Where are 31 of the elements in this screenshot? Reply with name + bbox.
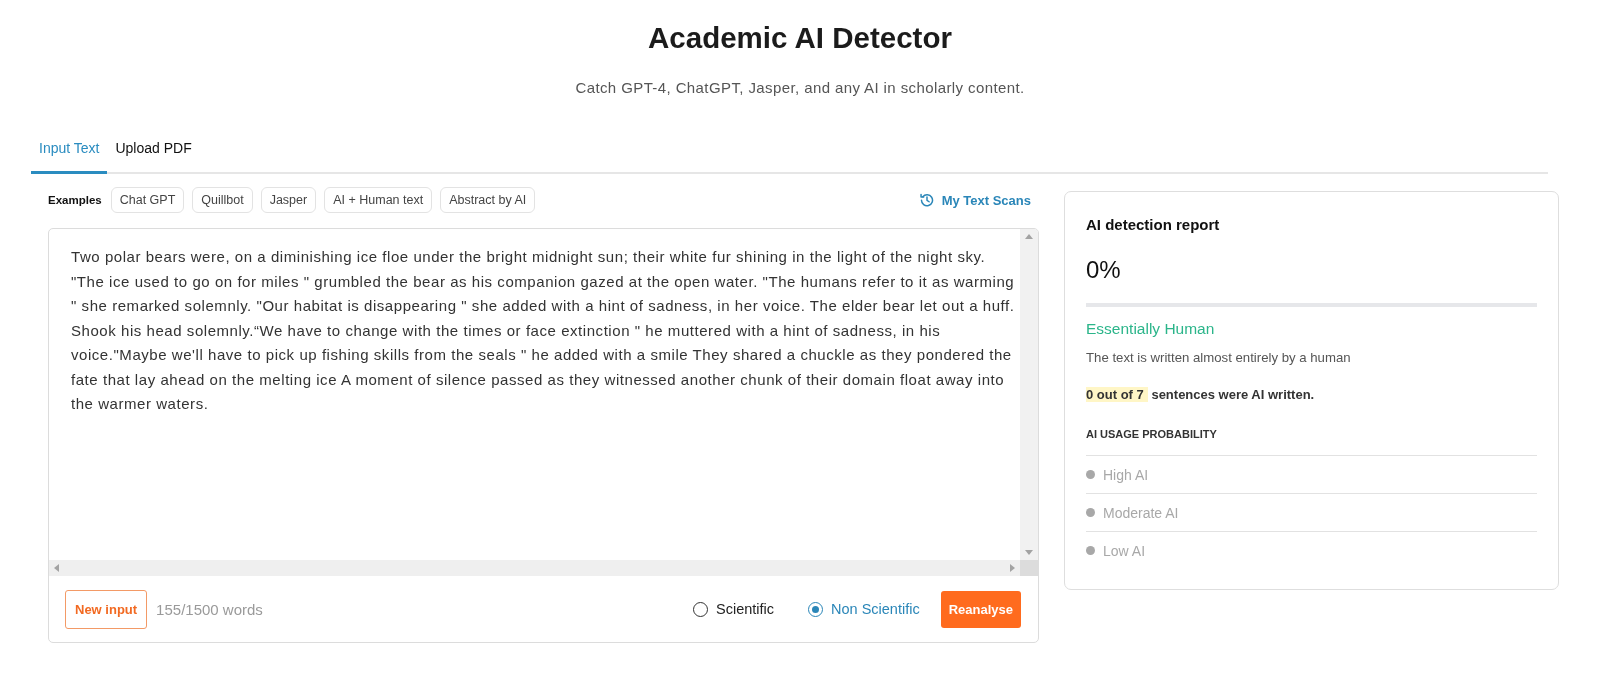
examples-label: Examples — [48, 194, 102, 206]
example-button[interactable]: Chat GPT — [110, 187, 185, 213]
ai-score: 0% — [1086, 255, 1121, 285]
page-subtitle: Catch GPT-4, ChatGPT, Jasper, and any AI in scholarly content. — [575, 78, 1025, 98]
example-button[interactable]: Abstract by AI — [440, 187, 536, 213]
scroll-left-arrow-icon[interactable] — [54, 564, 59, 572]
tab[interactable]: Input Text — [31, 130, 108, 174]
mode-radio-option[interactable]: Non Scientific — [808, 601, 920, 617]
my-text-scans-link[interactable]: My Text Scans — [919, 192, 1031, 208]
scroll-down-arrow-icon[interactable] — [1025, 550, 1033, 555]
example-button[interactable]: Quillbot — [192, 187, 253, 213]
vertical-scrollbar[interactable] — [1020, 229, 1038, 560]
scroll-up-arrow-icon[interactable] — [1025, 234, 1033, 239]
verdict-description: The text is written almost entirely by a human — [1086, 349, 1351, 367]
example-button[interactable]: Jasper — [260, 187, 317, 213]
word-count: 155/1500 words — [156, 600, 263, 618]
example-button[interactable]: AI + Human text — [324, 187, 433, 213]
probability-label: High AI — [1103, 466, 1149, 483]
report-title: AI detection report — [1086, 215, 1220, 235]
probability-label: Moderate AI — [1103, 504, 1179, 521]
scroll-right-arrow-icon[interactable] — [1010, 564, 1015, 572]
history-icon — [919, 193, 934, 207]
probability-label: Low AI — [1103, 542, 1146, 559]
verdict-label: Essentially Human — [1086, 319, 1215, 339]
horizontal-scrollbar[interactable] — [49, 560, 1020, 576]
page-title: Academic AI Detector — [648, 21, 952, 55]
text-input-field[interactable]: Two polar bears were, on a diminishing ice floe under the bright midnight sun; their white fur shining in the light of the night sky. "The ice used to go on for miles " grumbled the bear as his companion gazed at the open water. "The humans refer to it as warming " she remarked solemnly. "Our habitat is disappearing " she added with a hint of sadness, in her voice. The elder bear let out a huff. Shook his head solemnly.“We have to change with the times or face extinction " he muttered with a hint of sadness, in his voice."Maybe we'll have to pick up fishing skills from the seals " he added with a smile They shared a chuckle as they pondered the fate that lay ahead on the melting ice A moment of silence passed as they witnessed another chunk of their domain float away into the warmer waters. — [49, 229, 1020, 560]
probability-heading: AI USAGE PROBABILITY — [1086, 427, 1217, 442]
tab[interactable]: Upload PDF — [107, 130, 200, 174]
sentence-summary: 0 out of 7 sentences were AI written. — [1086, 386, 1315, 404]
mode-radio-option[interactable]: Scientific — [693, 601, 774, 617]
